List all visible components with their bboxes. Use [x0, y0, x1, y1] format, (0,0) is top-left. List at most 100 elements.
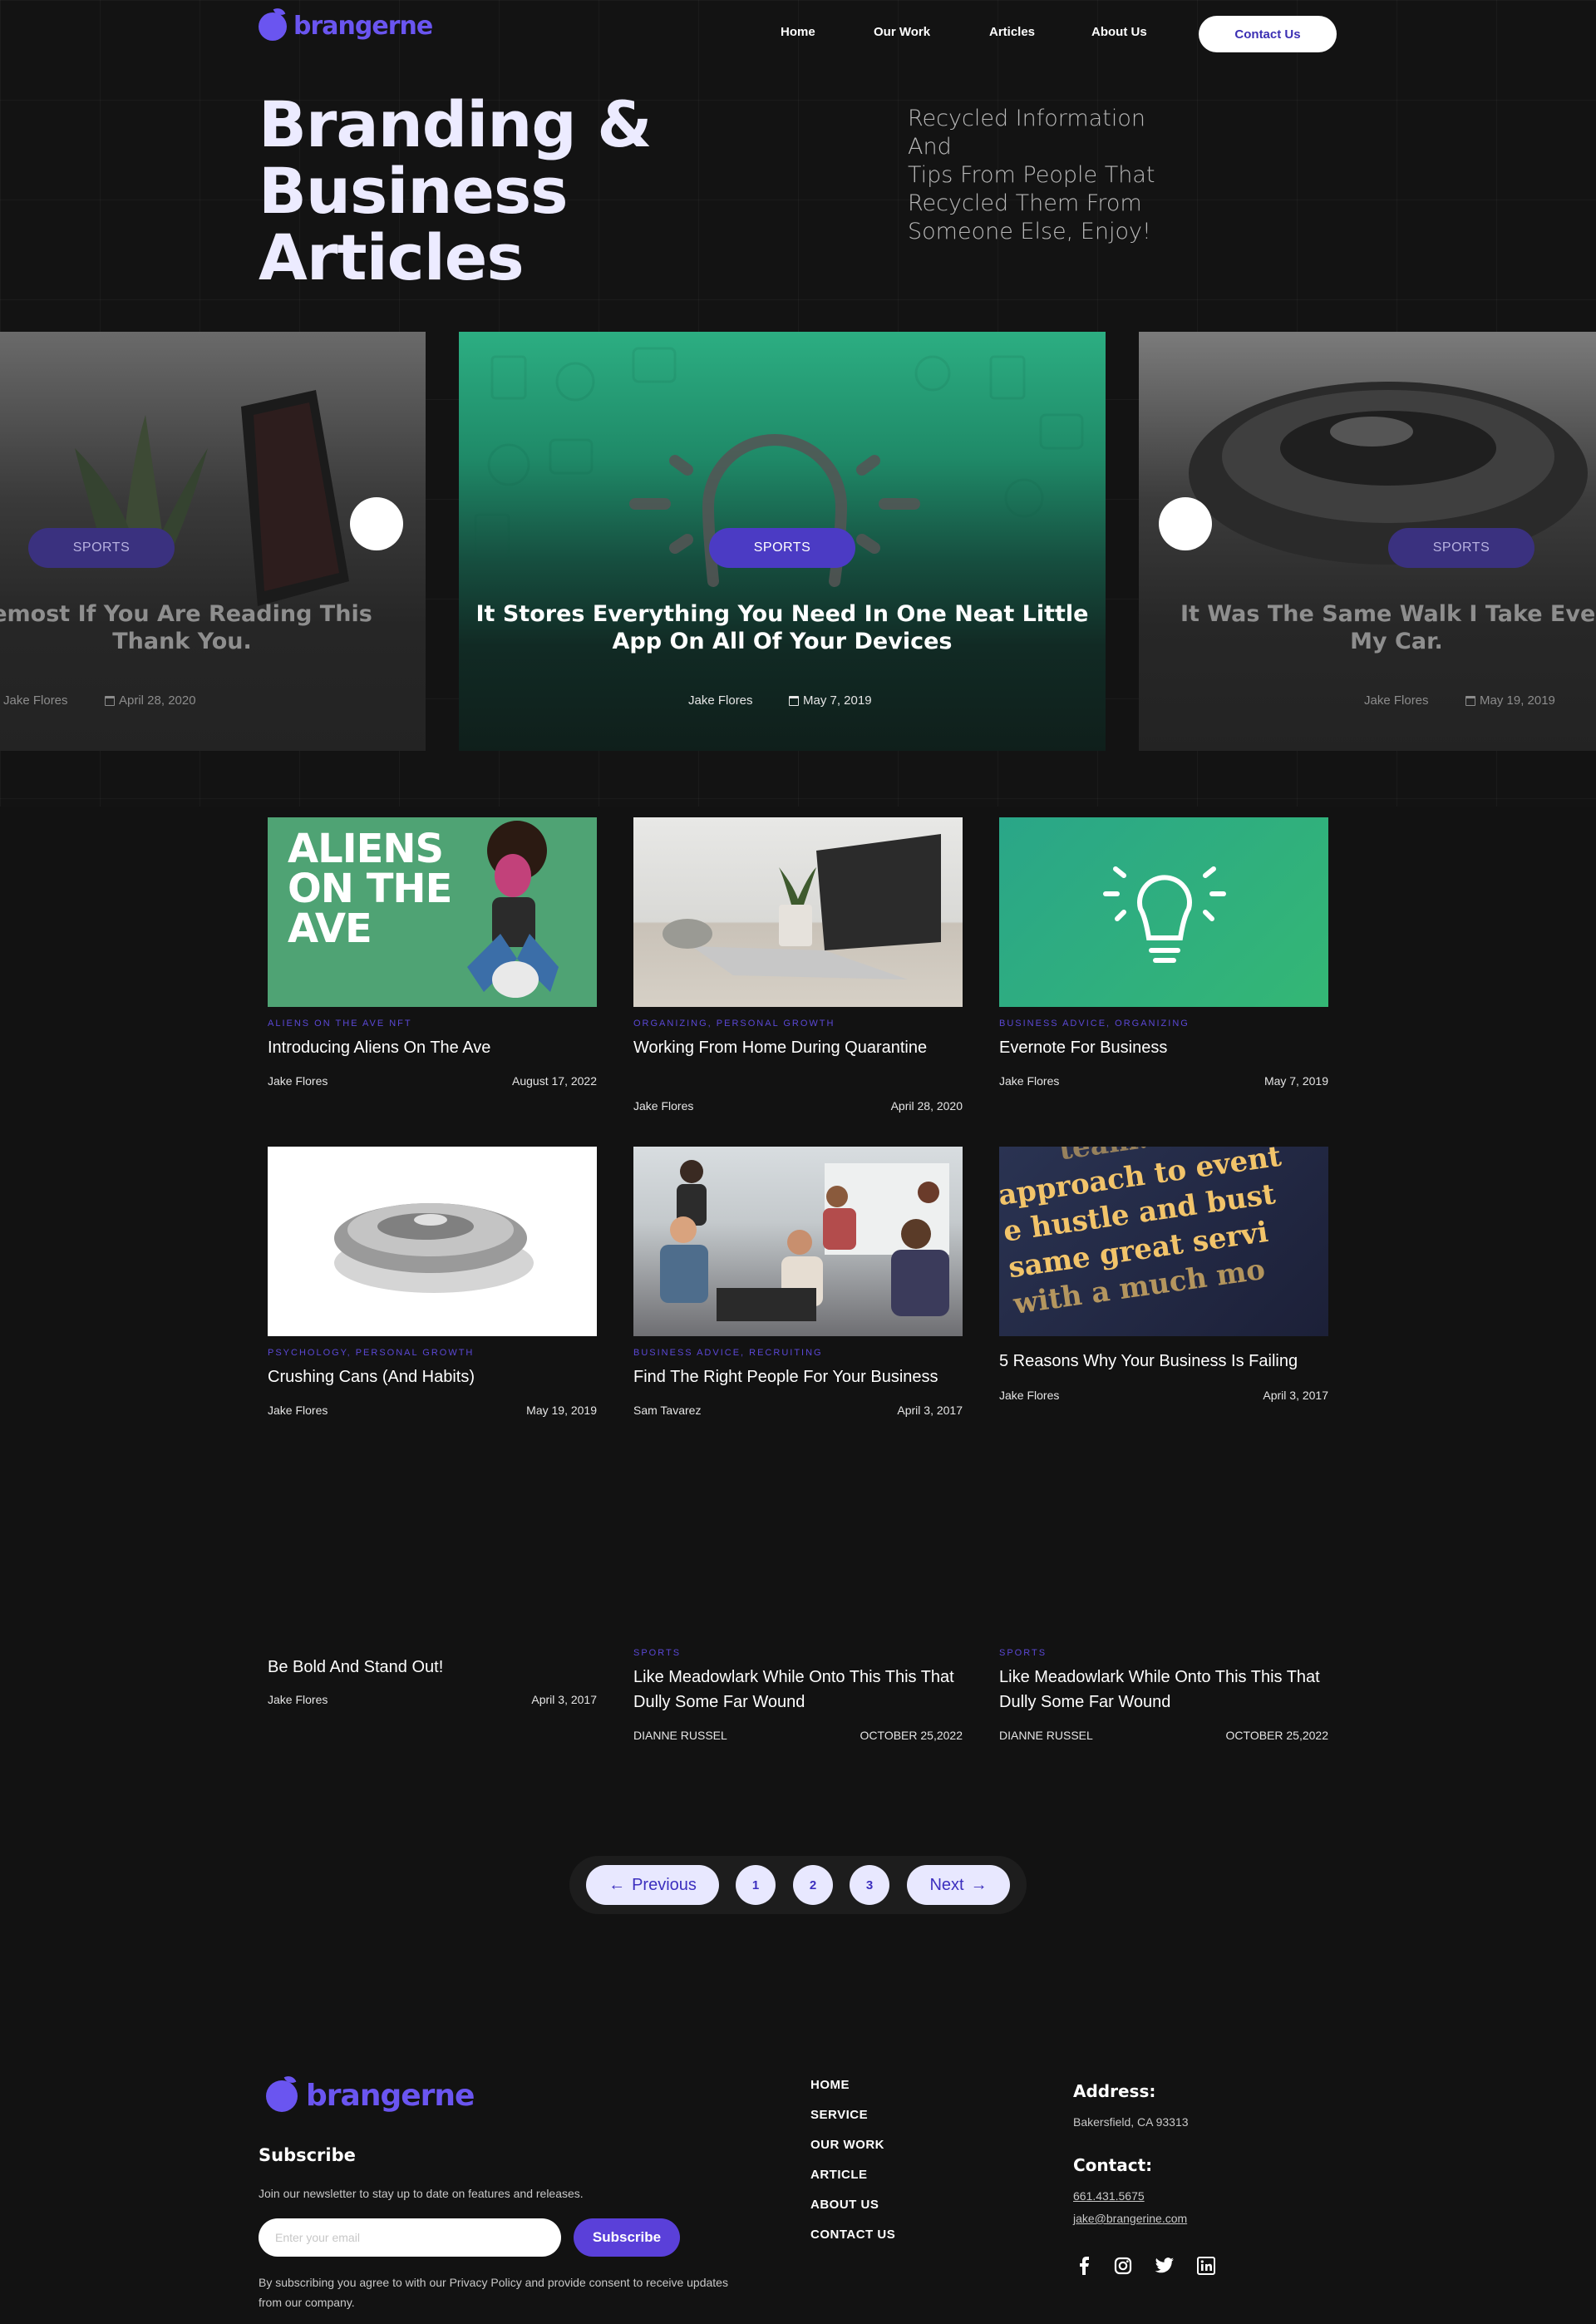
article-title[interactable]: Working From Home During Quarantine — [633, 1035, 963, 1060]
article-title[interactable]: Like Meadowlark While Onto This This Tha… — [999, 1665, 1328, 1715]
article-card[interactable]: PSYCHOLOGY, PERSONAL GROWTH Crushing Can… — [268, 1147, 597, 1417]
brand-logo[interactable]: brangerne — [259, 12, 433, 41]
subscribe-text: Join our newsletter to stay up to date o… — [259, 2187, 584, 2200]
article-category[interactable]: BUSINESS ADVICE, ORGANIZING — [999, 1019, 1190, 1029]
article-title[interactable]: Crushing Cans (And Habits) — [268, 1364, 597, 1389]
slider-next-button[interactable] — [1159, 497, 1212, 550]
article-author: Jake Flores — [268, 1074, 328, 1088]
slide-title-line: My Car. — [1350, 629, 1443, 654]
subscribe-title: Subscribe — [259, 2145, 356, 2165]
footer-links: HOME SERVICE OUR WORK ARTICLE ABOUT US C… — [810, 2078, 895, 2257]
slider-card-next[interactable]: SPORTS It Was The Same Walk I Take Every… — [1139, 332, 1596, 751]
nav-link-our-work[interactable]: Our Work — [874, 25, 930, 39]
slide-author: Jake Flores — [3, 693, 68, 708]
article-author: DIANNE RUSSEL — [999, 1729, 1093, 1742]
slide-category-badge[interactable]: SPORTS — [28, 528, 175, 568]
page-button-2[interactable]: 2 — [793, 1865, 833, 1905]
phone-link[interactable]: 661.431.5675 — [1073, 2189, 1145, 2203]
article-title[interactable]: Introducing Aliens On The Ave — [268, 1035, 597, 1060]
article-date: April 3, 2017 — [897, 1404, 963, 1417]
article-image-can[interactable] — [268, 1147, 597, 1336]
article-title[interactable]: Evernote For Business — [999, 1035, 1328, 1060]
footer-link-contact-us[interactable]: CONTACT US — [810, 2228, 895, 2257]
linkedin-icon[interactable] — [1195, 2255, 1217, 2277]
article-image-aliens[interactable]: ALIENS ON THE AVE — [268, 817, 597, 1007]
article-date: OCTOBER 25,2022 — [860, 1729, 963, 1742]
email-input[interactable] — [259, 2218, 561, 2257]
article-title[interactable]: Like Meadowlark While Onto This This Tha… — [633, 1665, 963, 1715]
article-image-text: ALIENS ON THE AVE — [288, 826, 452, 952]
article-image-evernote[interactable] — [999, 817, 1328, 1007]
slide-title-line: emost If You Are Reading This — [0, 601, 372, 627]
footer-brand-name: brangerne — [306, 2079, 475, 2113]
nav-link-about-us[interactable]: About Us — [1091, 25, 1147, 39]
article-category[interactable]: BUSINESS ADVICE, RECRUITING — [633, 1348, 823, 1358]
article-image-text-line: ALIENS — [288, 826, 444, 872]
subscribe-legal-text: By subscribing you agree to with our Pri… — [259, 2272, 791, 2312]
email-link[interactable]: jake@brangerine.com — [1073, 2212, 1187, 2225]
article-title[interactable]: Find The Right People For Your Business — [633, 1364, 963, 1389]
article-category[interactable]: ORGANIZING, PERSONAL GROWTH — [633, 1019, 835, 1029]
hero-subtitle-line: Someone Else, Enjoy! — [908, 219, 1151, 244]
footer-link-our-work[interactable]: OUR WORK — [810, 2138, 895, 2168]
page-button-1[interactable]: 1 — [736, 1865, 776, 1905]
slide-date: April 28, 2020 — [105, 693, 196, 708]
slide-title-line: It Stores Everything You Need In One Nea… — [475, 601, 1089, 627]
calendar-icon — [105, 695, 115, 706]
calendar-icon — [1465, 695, 1475, 706]
footer-link-about-us[interactable]: ABOUT US — [810, 2198, 895, 2228]
article-title[interactable]: 5 Reasons Why Your Business Is Failing — [999, 1349, 1328, 1374]
slide-date-text: May 7, 2019 — [803, 693, 872, 708]
slide-category-badge[interactable]: SPORTS — [1388, 528, 1534, 568]
article-date: August 17, 2022 — [512, 1074, 597, 1088]
subscribe-button[interactable]: Subscribe — [574, 2218, 680, 2257]
footer-link-service[interactable]: SERVICE — [810, 2108, 895, 2138]
article-category[interactable]: ALIENS ON THE AVE NFT — [268, 1019, 412, 1029]
hero-subtitle-line: Recycled Information And — [908, 106, 1145, 160]
arrow-right-icon: → — [970, 1875, 988, 1894]
slide-date-text: May 19, 2019 — [1480, 693, 1555, 708]
article-image-text-line: AVE — [288, 905, 372, 952]
slider-card-active[interactable]: SPORTS It Stores Everything You Need In … — [459, 332, 1106, 751]
twitter-icon[interactable] — [1154, 2255, 1175, 2277]
nav-link-home[interactable]: Home — [781, 25, 815, 39]
article-author: DIANNE RUSSEL — [633, 1729, 727, 1742]
contact-us-button[interactable]: Contact Us — [1199, 16, 1337, 52]
page-button-3[interactable]: 3 — [850, 1865, 889, 1905]
brand-name: brangerne — [293, 12, 433, 41]
footer-link-article[interactable]: ARTICLE — [810, 2168, 895, 2198]
article-category[interactable]: PSYCHOLOGY, PERSONAL GROWTH — [268, 1348, 474, 1358]
article-category[interactable]: SPORTS — [633, 1648, 681, 1658]
article-image-laptop[interactable] — [633, 817, 963, 1007]
article-author: Sam Tavarez — [633, 1404, 702, 1417]
nav-link-articles[interactable]: Articles — [989, 25, 1035, 39]
article-image-text-closeup[interactable]: team. approach to event e hustle and bus… — [999, 1147, 1328, 1336]
article-author: Jake Flores — [999, 1389, 1060, 1402]
article-card[interactable]: ORGANIZING, PERSONAL GROWTH Working From… — [633, 817, 963, 1113]
address-text: Bakersfield, CA 93313 — [1073, 2115, 1189, 2129]
slide-title-line: Thank You. — [112, 629, 252, 654]
article-card[interactable]: team. approach to event e hustle and bus… — [999, 1147, 1328, 1402]
article-category[interactable]: SPORTS — [999, 1648, 1047, 1658]
slide-category-badge[interactable]: SPORTS — [709, 528, 855, 568]
tangerine-logo-icon — [259, 12, 287, 41]
slide-title[interactable]: It Stores Everything You Need In One Nea… — [459, 600, 1106, 655]
facebook-icon[interactable] — [1073, 2255, 1095, 2277]
slider-prev-button[interactable] — [350, 497, 403, 550]
article-card[interactable]: ALIENS ON THE AVE ALIENS ON THE AVE NFT … — [268, 817, 597, 1088]
footer-logo[interactable]: brangerne — [266, 2079, 475, 2113]
pagination: ← Previous 1 2 3 Next → — [569, 1856, 1027, 1914]
slide-title[interactable]: It Was The Same Walk I Take Every My Car… — [1180, 600, 1596, 655]
article-image-text: team. approach to event e hustle and bus… — [999, 1147, 1328, 1323]
previous-page-button[interactable]: ← Previous — [586, 1865, 719, 1905]
instagram-icon[interactable] — [1112, 2255, 1134, 2277]
footer-link-home[interactable]: HOME — [810, 2078, 895, 2108]
next-page-button[interactable]: Next → — [907, 1865, 1010, 1905]
article-image-meeting[interactable] — [633, 1147, 963, 1336]
article-title[interactable]: Be Bold And Stand Out! — [268, 1655, 597, 1680]
article-date: May 19, 2019 — [526, 1404, 597, 1417]
slide-author: Jake Flores — [1364, 693, 1429, 708]
article-card[interactable]: BUSINESS ADVICE, ORGANIZING Evernote For… — [999, 817, 1328, 1088]
article-card[interactable]: BUSINESS ADVICE, RECRUITING Find The Rig… — [633, 1147, 963, 1417]
slide-title[interactable]: emost If You Are Reading This Thank You. — [0, 600, 377, 655]
